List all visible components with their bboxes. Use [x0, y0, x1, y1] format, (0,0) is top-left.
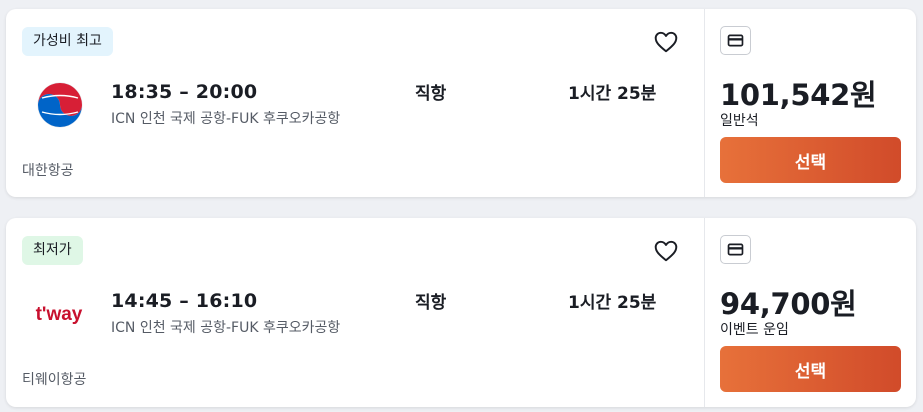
credit-card-icon	[720, 26, 751, 55]
heart-icon[interactable]	[653, 29, 679, 55]
airline-name: 티웨이항공	[22, 372, 87, 388]
flight-badge: 가성비 최고	[22, 27, 113, 56]
korean-air-logo	[37, 82, 83, 128]
airline-name: 대한항공	[22, 163, 74, 179]
price: 101,542원	[720, 78, 877, 112]
credit-card-icon	[720, 235, 751, 264]
flight-card[interactable]: 최저가 t'way 14:45 – 16:10 ICN 인천 국제 공항-FUK…	[6, 218, 916, 407]
select-button[interactable]: 선택	[720, 346, 901, 392]
flight-duration: 1시간 25분	[568, 84, 657, 104]
flight-stops: 직항	[415, 84, 447, 104]
flight-times: 18:35 – 20:00	[111, 81, 258, 103]
flight-route: ICN 인천 국제 공항-FUK 후쿠오카공항	[111, 111, 341, 127]
flight-info: 최저가 t'way 14:45 – 16:10 ICN 인천 국제 공항-FUK…	[6, 218, 704, 407]
flight-badge: 최저가	[22, 236, 83, 265]
flight-times: 14:45 – 16:10	[111, 290, 258, 312]
svg-text:t'way: t'way	[36, 304, 83, 325]
flight-route: ICN 인천 국제 공항-FUK 후쿠오카공항	[111, 320, 341, 336]
heart-icon[interactable]	[653, 238, 679, 264]
flight-info: 가성비 최고 18:35 – 20:00 ICN 인천 국제 공항-FUK 후쿠…	[6, 9, 704, 197]
fare-type: 이벤트 운임	[720, 322, 789, 338]
select-button[interactable]: 선택	[720, 137, 901, 183]
fare-type: 일반석	[720, 113, 759, 129]
price-panel: 94,700원 이벤트 운임 선택	[704, 218, 916, 407]
flight-stops: 직항	[415, 293, 447, 313]
price-panel: 101,542원 일반석 선택	[704, 9, 916, 197]
price: 94,700원	[720, 287, 857, 321]
flight-duration: 1시간 25분	[568, 293, 657, 313]
flight-card[interactable]: 가성비 최고 18:35 – 20:00 ICN 인천 국제 공항-FUK 후쿠…	[6, 9, 916, 197]
tway-logo: t'way	[36, 304, 83, 325]
